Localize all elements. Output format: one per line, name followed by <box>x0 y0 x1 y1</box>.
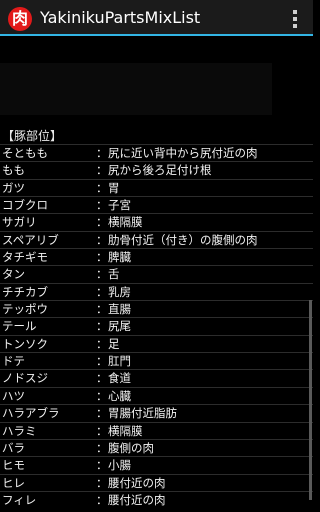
separator: ： <box>96 250 108 265</box>
list-item[interactable]: タチギモ ：脾臓 <box>0 248 313 265</box>
separator: ： <box>96 319 108 334</box>
separator: ： <box>96 475 108 490</box>
part-description: 腹側の肉 <box>108 440 154 455</box>
part-description: 足 <box>108 336 120 351</box>
separator: ： <box>96 198 108 213</box>
part-description: 舌 <box>108 267 120 282</box>
part-name: ハラミ <box>2 423 37 438</box>
list-item[interactable]: もも ：尻から後ろ足付け根 <box>0 161 313 178</box>
part-name: チチカブ <box>2 284 48 299</box>
app-title: YakinikuPartsMixList <box>40 8 201 27</box>
part-name: そともも <box>2 146 48 160</box>
list-item[interactable]: ガツ ：胃 <box>0 178 313 196</box>
part-name: ハラアブラ <box>2 406 60 421</box>
part-description: 胃 <box>108 180 120 195</box>
list-item[interactable]: テール ：尻尾 <box>0 317 313 334</box>
list-item[interactable]: ハラアブラ ：胃腸付近脂肪 <box>0 404 313 421</box>
part-name: ハツ <box>2 388 25 403</box>
separator: ： <box>96 146 108 160</box>
list-item[interactable]: サガリ ：横隔膜 <box>0 213 313 230</box>
part-name: テッポウ <box>2 302 48 317</box>
list-item[interactable]: ノドスジ ：食道 <box>0 369 313 386</box>
list-item[interactable]: ドテ ：肛門 <box>0 352 313 369</box>
part-name: ドテ <box>2 354 25 369</box>
part-name: もも <box>2 163 25 178</box>
part-description: 子宮 <box>108 198 131 213</box>
part-name: トンソク <box>2 336 48 351</box>
part-description: 尻尾 <box>108 319 131 334</box>
separator: ： <box>96 302 108 317</box>
part-description: 尻に近い背中から尻付近の肉 <box>108 146 258 160</box>
separator: ： <box>96 492 108 507</box>
part-description: 腰付近の肉 <box>108 492 166 507</box>
part-description: 肛門 <box>108 354 131 369</box>
list-item[interactable]: バラ ：腹側の肉 <box>0 438 313 456</box>
list-item[interactable]: そともも ：尻に近い背中から尻付近の肉 <box>0 144 313 161</box>
separator: ： <box>96 440 108 455</box>
meat-icon[interactable]: 肉 <box>8 7 32 31</box>
separator: ： <box>96 458 108 473</box>
part-name: テール <box>2 319 37 334</box>
separator: ： <box>96 423 108 438</box>
part-description: 心臓 <box>108 388 131 403</box>
part-description: 腰付近の肉 <box>108 475 166 490</box>
list-item[interactable]: ハラミ ：横隔膜 <box>0 421 313 439</box>
scrollbar[interactable] <box>309 300 312 500</box>
list-item[interactable]: タン ：舌 <box>0 265 313 282</box>
part-name: バラ <box>2 440 25 455</box>
separator: ： <box>96 336 108 351</box>
separator: ： <box>96 354 108 369</box>
part-name: スペアリブ <box>2 232 59 247</box>
part-description: 直腸 <box>108 302 131 317</box>
separator: ： <box>96 215 108 230</box>
part-description: 尻から後ろ足付け根 <box>108 163 212 178</box>
list-item[interactable]: ヒモ ：小腸 <box>0 456 313 473</box>
section-header: 【豚部位】 <box>2 129 63 143</box>
part-name: フィレ <box>2 492 37 507</box>
list-item[interactable]: トンソク ：足 <box>0 334 313 352</box>
parts-list[interactable]: そともも：尻に近い背中から尻付近の肉 もも：尻から後ろ足付け根 ガツ：胃コブクロ：子… <box>0 144 313 508</box>
action-bar: 肉 YakinikuPartsMixList <box>0 0 313 36</box>
overflow-menu-icon[interactable] <box>289 8 301 30</box>
part-description: 横隔膜 <box>108 215 143 230</box>
part-name: ノドスジ <box>2 371 48 386</box>
part-description: 小腸 <box>108 458 131 473</box>
separator: ： <box>96 163 108 178</box>
separator: ： <box>96 180 108 195</box>
part-description: 乳房 <box>108 284 131 299</box>
part-name: タン <box>2 267 25 282</box>
separator: ： <box>96 232 108 247</box>
list-item[interactable]: スペアリブ ：肋骨付近（付き）の腹側の肉 <box>0 230 313 248</box>
list-item[interactable]: テッポウ ：直腸 <box>0 300 313 317</box>
part-description: 胃腸付近脂肪 <box>108 406 177 421</box>
part-name: タチギモ <box>2 250 48 265</box>
ad-banner-margin <box>272 63 313 115</box>
ad-banner[interactable] <box>0 63 272 115</box>
part-name: コブクロ <box>2 198 48 213</box>
part-description: 肋骨付近（付き）の腹側の肉 <box>108 232 258 247</box>
list-item[interactable]: フィレ ：腰付近の肉 <box>0 490 313 508</box>
separator: ： <box>96 284 108 299</box>
list-item[interactable]: チチカブ ：乳房 <box>0 282 313 300</box>
separator: ： <box>96 406 108 421</box>
part-description: 食道 <box>108 371 131 386</box>
part-name: ヒモ <box>2 458 25 473</box>
separator: ： <box>96 267 108 282</box>
part-name: サガリ <box>2 215 37 230</box>
part-name: ガツ <box>2 180 25 195</box>
separator: ： <box>96 371 108 386</box>
part-description: 脾臓 <box>108 250 131 265</box>
list-item[interactable]: コブクロ ：子宮 <box>0 196 313 213</box>
list-item[interactable]: ハツ ：心臓 <box>0 386 313 404</box>
list-item[interactable]: ヒレ ：腰付近の肉 <box>0 473 313 491</box>
part-name: ヒレ <box>2 475 25 490</box>
app-screen: 肉 YakinikuPartsMixList 【豚部位】 そともも：尻に近い背中… <box>0 0 313 512</box>
separator: ： <box>96 388 108 403</box>
part-description: 横隔膜 <box>108 423 143 438</box>
